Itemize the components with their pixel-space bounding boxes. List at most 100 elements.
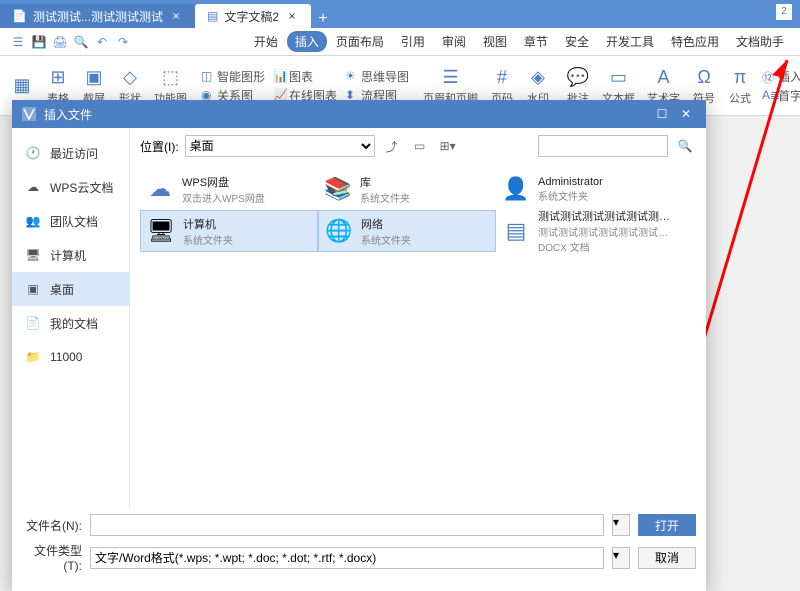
file-docx[interactable]: ▤ 测试测试测试测试测试测试测试测试测试测试测试测试测试测试...DOCX 文档: [496, 210, 674, 252]
dialog-title: 插入文件: [44, 106, 92, 123]
sidebar-folder-11000[interactable]: 📁11000: [12, 340, 129, 374]
file-network[interactable]: 🌐 网络系统文件夹: [318, 210, 496, 252]
ribbon-droptext[interactable]: A≣首字下沉: [762, 87, 800, 104]
ribbon-insertnum[interactable]: ⑫插入数字: [762, 68, 800, 85]
wps-icon: ▤: [207, 9, 218, 23]
cancel-button[interactable]: 取消: [638, 547, 696, 569]
file-library[interactable]: 📚 库系统文件夹: [318, 168, 496, 210]
ribbon-chart[interactable]: 📊图表: [273, 68, 337, 85]
tab-count-badge: 2: [776, 4, 792, 20]
folder-icon: 📁: [24, 348, 42, 366]
tab-close-icon[interactable]: ×: [285, 9, 299, 23]
menu-special[interactable]: 特色应用: [663, 31, 727, 52]
file-computer[interactable]: 🖥 计算机系统文件夹: [140, 210, 318, 252]
cloud-icon: ☁: [144, 173, 176, 205]
sidebar-desktop[interactable]: ▣桌面: [12, 272, 129, 306]
sidebar-recent[interactable]: 🕐最近访问: [12, 136, 129, 170]
open-button[interactable]: 打开: [638, 514, 696, 536]
docs-icon: 📄: [24, 314, 42, 332]
pagenum-icon: #: [490, 66, 514, 90]
new-tab-button[interactable]: +: [311, 10, 335, 28]
smartart-icon: ◫: [201, 69, 215, 83]
search-icon[interactable]: 🔍: [674, 135, 696, 157]
ribbon-mindmap[interactable]: ☀思维导图: [345, 68, 409, 85]
view-button[interactable]: ⊞▾: [437, 135, 459, 157]
cloud-icon: ☁: [24, 178, 42, 196]
sidebar-mydocs[interactable]: 📄我的文档: [12, 306, 129, 340]
insert-file-dialog: 插入文件 ☐ ✕ 🕐最近访问 ☁WPS云文档 👥团队文档 🖥计算机 ▣桌面 📄我…: [12, 100, 706, 591]
menu-pagelayout[interactable]: 页面布局: [328, 31, 392, 52]
close-button[interactable]: ✕: [674, 107, 698, 121]
dialog-sidebar: 🕐最近访问 ☁WPS云文档 👥团队文档 🖥计算机 ▣桌面 📄我的文档 📁1100…: [12, 128, 130, 508]
tab-label: 测试测试...测试测试测试: [33, 8, 163, 25]
screenshot-icon: ▣: [82, 66, 106, 90]
droptext-icon: A≣: [762, 88, 776, 102]
undo-icon[interactable]: ↶: [92, 32, 112, 52]
wordart-icon: A: [652, 66, 676, 90]
tab-label: 文字文稿2: [224, 8, 279, 25]
computer-icon: 🖥: [24, 246, 42, 264]
location-label: 位置(I):: [140, 138, 179, 155]
sidebar-cloud[interactable]: ☁WPS云文档: [12, 170, 129, 204]
filename-input[interactable]: [90, 514, 604, 536]
menu-view[interactable]: 视图: [475, 31, 515, 52]
menu-dochelper[interactable]: 文档助手: [728, 31, 792, 52]
menu-section[interactable]: 章节: [516, 31, 556, 52]
team-icon: 👥: [24, 212, 42, 230]
computer-icon: 🖥: [145, 215, 177, 247]
menu-review[interactable]: 审阅: [434, 31, 474, 52]
redo-icon[interactable]: ↷: [113, 32, 133, 52]
app-menu-icon[interactable]: ☰: [8, 32, 28, 52]
save-icon[interactable]: 💾: [29, 32, 49, 52]
dialog-titlebar: 插入文件 ☐ ✕: [12, 100, 706, 128]
back-button[interactable]: ▭: [409, 135, 431, 157]
sidebar-computer[interactable]: 🖥计算机: [12, 238, 129, 272]
comment-icon: 💬: [566, 66, 590, 90]
ribbon-formula[interactable]: π公式: [722, 56, 758, 115]
menu-insert[interactable]: 插入: [287, 31, 327, 52]
table-icon: ⊞: [46, 66, 70, 90]
funcgraph-icon: ⬚: [159, 66, 183, 90]
up-button[interactable]: ⤴: [381, 135, 403, 157]
menu-reference[interactable]: 引用: [393, 31, 433, 52]
menu-devtools[interactable]: 开发工具: [598, 31, 662, 52]
location-select[interactable]: 桌面: [185, 135, 375, 157]
sidebar-team[interactable]: 👥团队文档: [12, 204, 129, 238]
tab-active[interactable]: ▤ 文字文稿2 ×: [195, 4, 311, 28]
filetype-input[interactable]: [90, 547, 604, 569]
document-tabs: 📄 测试测试...测试测试测试 × ▤ 文字文稿2 × + 2: [0, 0, 800, 28]
filetype-dropdown[interactable]: ▾: [612, 547, 630, 569]
print-icon[interactable]: 🖨: [50, 32, 70, 52]
headerfooter-icon: ☰: [439, 66, 463, 90]
desktop-icon: ▣: [24, 280, 42, 298]
ribbon-smartart[interactable]: ◫智能图形: [201, 68, 265, 85]
shapes-icon: ◇: [118, 66, 142, 90]
search-input[interactable]: [538, 135, 668, 157]
mindmap-icon: ☀: [345, 69, 359, 83]
tab-inactive[interactable]: 📄 测试测试...测试测试测试 ×: [0, 4, 195, 28]
watermark-icon: ◈: [526, 66, 550, 90]
filetype-label: 文件类型(T):: [22, 542, 82, 573]
file-administrator[interactable]: 👤 Administrator系统文件夹: [496, 168, 674, 210]
location-bar: 位置(I): 桌面 ⤴ ▭ ⊞▾ 🔍: [130, 128, 706, 164]
dialog-footer: 文件名(N): ▾ 打开 文件类型(T): ▾ 取消: [12, 508, 706, 591]
menu-security[interactable]: 安全: [557, 31, 597, 52]
tab-close-icon[interactable]: ×: [169, 9, 183, 23]
clock-icon: 🕐: [24, 144, 42, 162]
menubar: ☰ 💾 🖨 🔍 ↶ ↷ 开始 插入 页面布局 引用 审阅 视图 章节 安全 开发…: [0, 28, 800, 56]
network-icon: 🌐: [323, 215, 355, 247]
wps-icon: 📄: [12, 9, 27, 23]
cover-icon: ▦: [10, 74, 34, 98]
filename-dropdown[interactable]: ▾: [612, 514, 630, 536]
file-wpsdrive[interactable]: ☁ WPS网盘双击进入WPS网盘: [140, 168, 318, 210]
symbol-icon: Ω: [692, 66, 716, 90]
menu-start[interactable]: 开始: [246, 31, 286, 52]
maximize-button[interactable]: ☐: [650, 107, 674, 121]
library-icon: 📚: [322, 173, 354, 205]
file-grid: ☁ WPS网盘双击进入WPS网盘 📚 库系统文件夹 👤 Administrato…: [130, 164, 706, 508]
preview-icon[interactable]: 🔍: [71, 32, 91, 52]
insertnum-icon: ⑫: [762, 69, 776, 83]
chart-icon: 📊: [273, 69, 287, 83]
wps-doc-icon: ▤: [500, 215, 532, 247]
formula-icon: π: [728, 66, 752, 90]
